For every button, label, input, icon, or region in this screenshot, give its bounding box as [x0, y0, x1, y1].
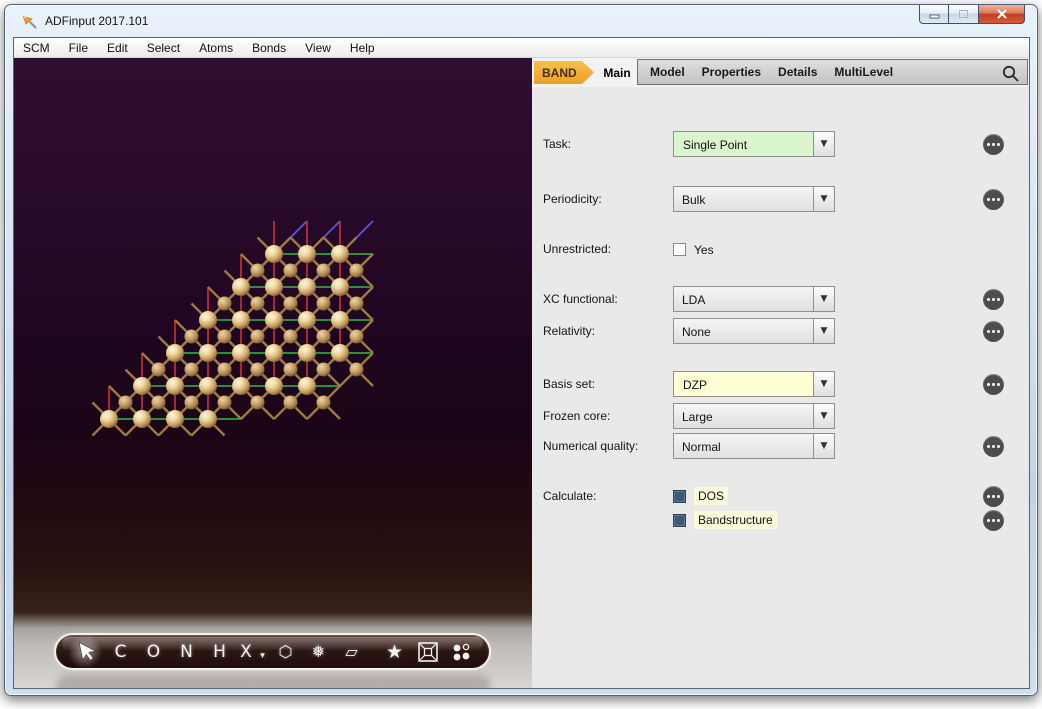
calculate-label: Calculate:	[543, 489, 597, 503]
unit-cell-icon	[417, 641, 438, 662]
dos-details-button[interactable]	[983, 486, 1004, 507]
numerical-quality-dropdown[interactable]: Normal ▼	[673, 433, 835, 459]
chevron-down-icon[interactable]: ▼	[813, 319, 834, 343]
search-icon[interactable]	[1001, 64, 1020, 83]
xc-functional-value: LDA	[682, 293, 706, 307]
menu-view[interactable]: View	[305, 41, 331, 55]
dos-label: DOS	[694, 487, 729, 505]
basis-set-dropdown[interactable]: DZP ▼	[673, 371, 835, 397]
chevron-down-icon[interactable]: ▼	[813, 287, 834, 311]
molecule-viewport[interactable]: C O N H X ▾ ⬡ ❅ ▱ ★	[14, 58, 532, 688]
periodicity-value: Bulk	[682, 193, 706, 207]
periodicity-label: Periodicity:	[543, 192, 602, 206]
menu-select[interactable]: Select	[147, 41, 180, 55]
maximize-button[interactable]	[949, 5, 978, 24]
tab-multilevel[interactable]: MultiLevel	[834, 65, 893, 79]
numerical-quality-value: Normal	[682, 440, 721, 454]
minimize-button[interactable]	[919, 5, 949, 24]
client-area: SCM File Edit Select Atoms Bonds View He…	[13, 37, 1030, 689]
plane-tool[interactable]: ▱	[335, 642, 368, 661]
unit-cell-tool[interactable]	[411, 641, 444, 663]
unrestricted-checkbox[interactable]	[673, 243, 686, 256]
molecules-tool[interactable]	[444, 640, 477, 664]
atom-toolbar: C O N H X ▾ ⬡ ❅ ▱ ★	[54, 633, 491, 670]
app-icon	[22, 15, 37, 29]
menu-bonds[interactable]: Bonds	[252, 41, 286, 55]
task-details-button[interactable]	[983, 134, 1004, 155]
xc-details-button[interactable]	[983, 289, 1004, 310]
chevron-down-icon[interactable]: ▼	[813, 434, 834, 458]
close-icon	[996, 9, 1007, 19]
settings-panel: BAND Main Model Properties Details Multi…	[532, 58, 1029, 688]
menu-atoms[interactable]: Atoms	[199, 41, 233, 55]
band-badge: BAND	[534, 61, 594, 84]
task-label: Task:	[543, 137, 572, 151]
tab-block: Model Properties Details MultiLevel	[637, 59, 1028, 85]
ring-tool[interactable]: ⬡	[269, 642, 302, 661]
basis-set-value: DZP	[675, 373, 813, 395]
element-x-tool[interactable]: X	[236, 642, 256, 662]
tab-properties[interactable]: Properties	[702, 65, 761, 79]
chevron-down-icon[interactable]: ▼	[813, 404, 834, 428]
chevron-down-icon[interactable]: ▼	[813, 372, 834, 396]
chevron-down-icon[interactable]: ▼	[813, 132, 834, 156]
select-cursor-tool[interactable]	[68, 635, 104, 668]
dos-checkbox[interactable]	[673, 490, 686, 503]
app-window: ADFinput 2017.101 SCM File Edit Select A…	[4, 4, 1038, 696]
relativity-dropdown[interactable]: None ▼	[673, 318, 835, 344]
bandstructure-checkbox[interactable]	[673, 514, 686, 527]
crystal-lattice	[91, 220, 374, 437]
toolbar-reflection	[56, 675, 491, 688]
carbon-tool[interactable]: C	[104, 642, 137, 662]
menu-edit[interactable]: Edit	[107, 41, 128, 55]
element-x-caret-icon[interactable]: ▾	[256, 642, 269, 661]
window-title: ADFinput 2017.101	[45, 14, 149, 28]
relativity-value: None	[682, 325, 711, 339]
basis-details-button[interactable]	[983, 374, 1004, 395]
xc-functional-dropdown[interactable]: LDA ▼	[673, 286, 835, 312]
basis-set-label: Basis set:	[543, 377, 596, 391]
tab-model[interactable]: Model	[650, 65, 685, 79]
quality-details-button[interactable]	[983, 436, 1004, 457]
periodicity-details-button[interactable]	[983, 189, 1004, 210]
title-bar[interactable]: ADFinput 2017.101	[5, 5, 1037, 37]
relativity-details-button[interactable]	[983, 321, 1004, 342]
bandstructure-label: Bandstructure	[694, 511, 777, 529]
menu-bar: SCM File Edit Select Atoms Bonds View He…	[14, 38, 1029, 58]
numerical-quality-label: Numerical quality:	[543, 439, 639, 453]
unrestricted-label: Unrestricted:	[543, 242, 612, 256]
hydrogen-tool[interactable]: H	[203, 642, 236, 662]
frozen-core-label: Frozen core:	[543, 409, 611, 423]
menu-help[interactable]: Help	[350, 41, 375, 55]
favorites-tool[interactable]: ★	[378, 641, 411, 663]
unrestricted-option-label: Yes	[694, 243, 714, 257]
chevron-down-icon[interactable]: ▼	[813, 187, 834, 211]
periodicity-dropdown[interactable]: Bulk ▼	[673, 186, 835, 212]
freeze-tool[interactable]: ❅	[302, 642, 335, 661]
task-value: Single Point	[675, 133, 813, 155]
menu-scm[interactable]: SCM	[23, 41, 50, 55]
cursor-icon	[78, 641, 97, 661]
molecules-icon	[453, 643, 469, 660]
nitrogen-tool[interactable]: N	[170, 642, 203, 662]
tab-bar: BAND Main Model Properties Details Multi…	[532, 58, 1029, 87]
close-button[interactable]	[978, 5, 1025, 24]
frozen-core-dropdown[interactable]: Large ▼	[673, 403, 835, 429]
tab-details[interactable]: Details	[778, 65, 817, 79]
frozen-core-value: Large	[682, 410, 713, 424]
relativity-label: Relativity:	[543, 324, 596, 338]
menu-file[interactable]: File	[69, 41, 88, 55]
minimize-icon	[929, 14, 939, 18]
maximize-icon	[958, 9, 969, 19]
bandstructure-details-button[interactable]	[983, 510, 1004, 531]
tab-main[interactable]: Main	[598, 58, 636, 87]
xc-functional-label: XC functional:	[543, 292, 618, 306]
task-dropdown[interactable]: Single Point ▼	[673, 131, 835, 157]
oxygen-tool[interactable]: O	[137, 642, 170, 662]
